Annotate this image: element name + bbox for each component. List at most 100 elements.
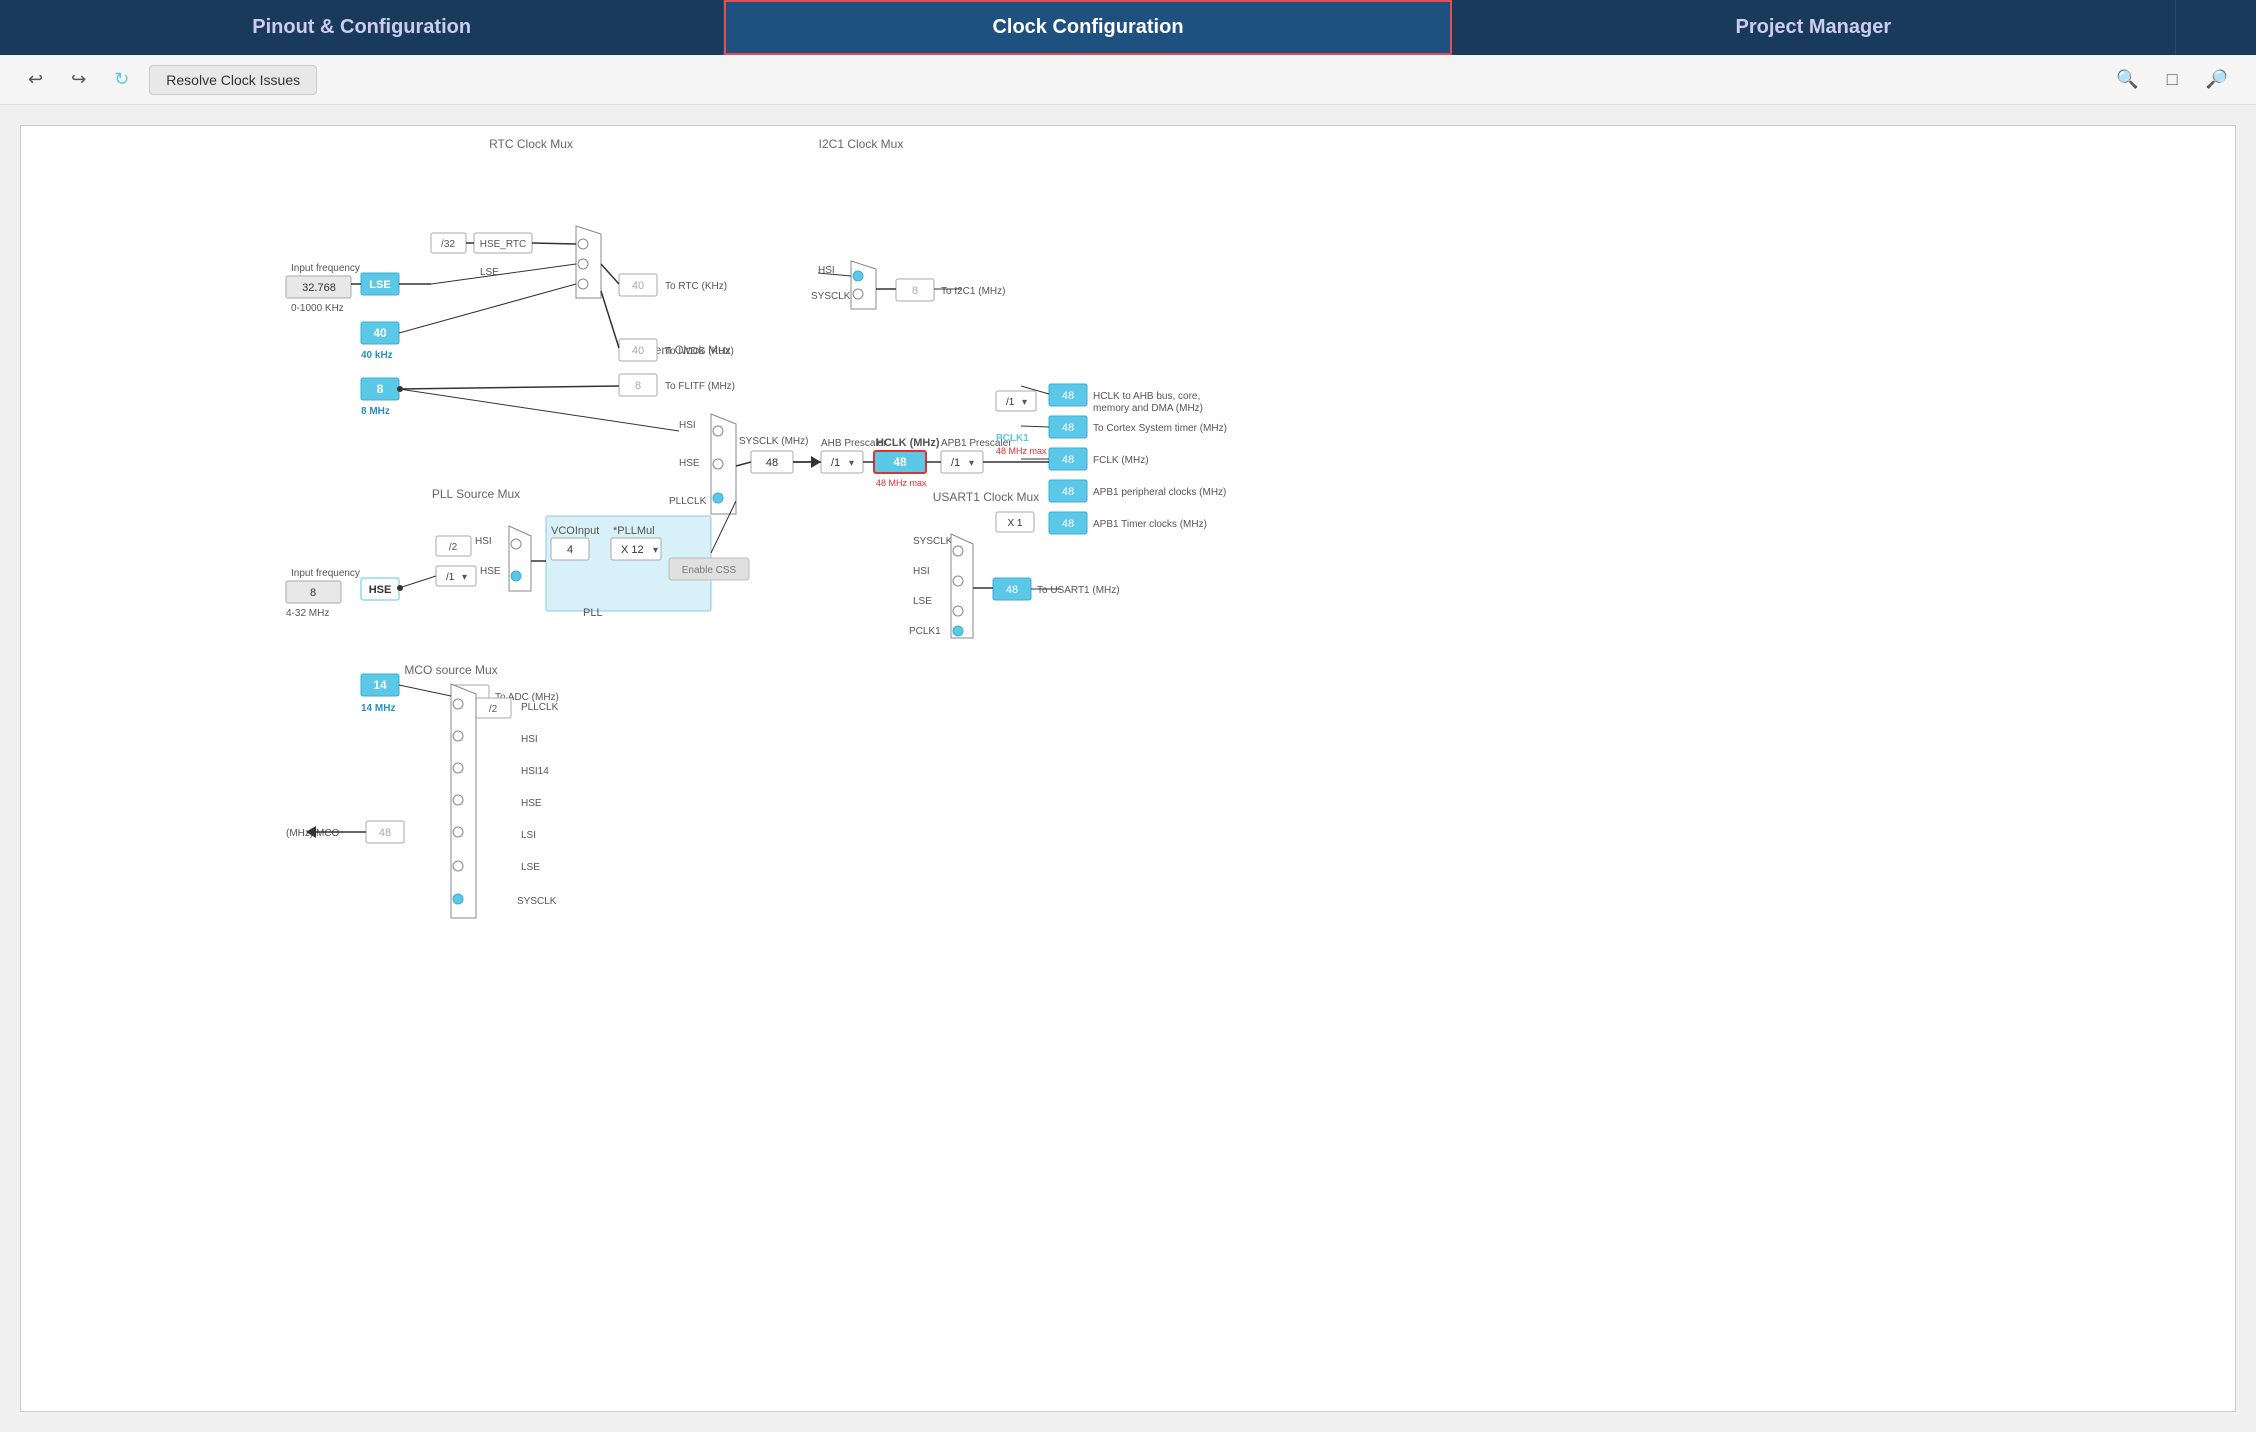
usart-mux-label: USART1 Clock Mux <box>933 490 1039 504</box>
hclk-value: 48 <box>893 455 907 469</box>
mco-hse: HSE <box>521 798 542 809</box>
ahb-out-1-label: HCLK to AHB bus, core, <box>1093 391 1200 402</box>
iwdg-value: 40 <box>632 345 644 357</box>
usart-to-label: To USART1 (MHz) <box>1037 585 1120 596</box>
ahb-out-3-label: FCLK (MHz) <box>1093 455 1149 466</box>
sysclk-48-value: 48 <box>766 457 778 469</box>
enable-css-label: Enable CSS <box>682 565 737 576</box>
mco-lse: LSE <box>521 862 540 873</box>
undo-button[interactable]: ↩ <box>20 65 51 94</box>
apb1-prescaler-value: /1 <box>951 457 960 469</box>
fit-button[interactable]: □ <box>2159 65 2186 94</box>
i2c-mux-radio-1 <box>853 271 863 281</box>
i2c-to-label: To I2C1 (MHz) <box>941 286 1005 297</box>
apb1-chevron: ▾ <box>969 458 974 469</box>
sys-mux-radio-1 <box>713 426 723 436</box>
sys-hse-label: HSE <box>679 458 700 469</box>
pll-mux-radio-1 <box>511 539 521 549</box>
mco-radio-7 <box>453 894 463 904</box>
vco-input-label: VCOInput <box>551 525 599 537</box>
nav-pinout[interactable]: Pinout & Configuration <box>0 0 724 55</box>
hse-label: HSE <box>369 584 392 596</box>
ahb-out-1-label2: memory and DMA (MHz) <box>1093 403 1203 414</box>
i2c-sysclk-label: SYSCLK <box>811 291 851 302</box>
pll-label: PLL <box>583 607 603 619</box>
lse-label: LSE <box>369 279 390 291</box>
wire-sysmux-48 <box>736 462 751 466</box>
mco-pllclk: PLLCLK <box>521 702 559 713</box>
pclk1-max: 48 MHz max <box>996 446 1047 456</box>
sys-hsi-label: HSI <box>679 420 696 431</box>
wire-mux-iwdg <box>601 291 619 348</box>
nav-tools[interactable] <box>2176 0 2256 55</box>
pll-mult-chevron: ▾ <box>653 545 658 556</box>
mco-radio-6 <box>453 861 463 871</box>
wire-hsi14-adc <box>399 685 451 696</box>
refresh-button[interactable]: ↻ <box>106 65 137 94</box>
iwdg-to-label: To IWDG (KHz) <box>665 346 734 357</box>
ahb-out-2-val: 48 <box>1062 422 1074 434</box>
mco-radio-5 <box>453 827 463 837</box>
rtc-mux-radio-1 <box>578 239 588 249</box>
usart-pclk1: PCLK1 <box>909 626 941 637</box>
toolbar: ↩ ↪ ↻ Resolve Clock Issues 🔍 □ 🔎 <box>0 55 2256 105</box>
mco-radio-3 <box>453 763 463 773</box>
ahb-prescaler-box <box>821 451 863 473</box>
ahb-chevron: ▾ <box>849 458 854 469</box>
usart-radio-1 <box>953 546 963 556</box>
wire-hclk-v2 <box>1021 426 1049 427</box>
mco-radio-2 <box>453 731 463 741</box>
sys-pllclk-label: PLLCLK <box>669 496 707 507</box>
redo-button[interactable]: ↪ <box>63 65 94 94</box>
rtc-mux-radio-2 <box>578 259 588 269</box>
lsi-rc-value: 40 <box>373 326 387 340</box>
usart-hsi: HSI <box>913 566 930 577</box>
div32-label: /32 <box>441 239 455 250</box>
wire-mux-rtc <box>601 264 619 284</box>
ahb-out-3-val: 48 <box>1062 454 1074 466</box>
nav-clock[interactable]: Clock Configuration <box>724 0 1451 55</box>
pll-mux-radio-2 <box>511 571 521 581</box>
ahb-out-4-val: 48 <box>1062 486 1074 498</box>
resolve-clock-button[interactable]: Resolve Clock Issues <box>149 65 317 95</box>
ahb-out-2-label: To Cortex System timer (MHz) <box>1093 423 1227 434</box>
rtc-to-label: To RTC (KHz) <box>665 281 727 292</box>
usart-output-value: 48 <box>1006 584 1018 596</box>
nav-project[interactable]: Project Manager <box>1452 0 2176 55</box>
vco-input-value: 4 <box>567 544 573 556</box>
input-freq-bottom-range: 4-32 MHz <box>286 608 329 619</box>
rtc-mux-label: RTC Clock Mux <box>489 137 573 151</box>
hse-rtc-label: HSE_RTC <box>480 239 527 250</box>
i2c-mux-radio-2 <box>853 289 863 299</box>
usart-sysclk: SYSCLK <box>913 536 953 547</box>
clock-canvas[interactable]: RTC Clock Mux I2C1 Clock Mux System Cloc… <box>20 125 2236 1412</box>
pll-div2-value: /2 <box>449 542 458 553</box>
wire-lse-mux <box>431 264 576 284</box>
hsi14-rc-freq: 14 MHz <box>361 703 395 714</box>
usart-lse: LSE <box>913 596 932 607</box>
sys-mux-radio-2 <box>713 459 723 469</box>
main-area: RTC Clock Mux I2C1 Clock Mux System Cloc… <box>0 105 2256 1432</box>
input-freq-bottom-value: 8 <box>310 587 316 599</box>
i2c-output-value: 8 <box>912 285 918 297</box>
hsi-rc-value: 8 <box>377 382 384 396</box>
mco-radio-1 <box>453 699 463 709</box>
hsi-rc-freq: 8 MHz <box>361 406 390 417</box>
clock-diagram: RTC Clock Mux I2C1 Clock Mux System Cloc… <box>21 126 2235 1411</box>
cortex-div1-value: /1 <box>1006 397 1015 408</box>
usart-radio-3 <box>953 606 963 616</box>
pll-hse-label: HSE <box>480 566 501 577</box>
ahb-prescaler-value: /1 <box>831 457 840 469</box>
sysclk-mhz-label: SYSCLK (MHz) <box>739 436 808 447</box>
zoom-in-button[interactable]: 🔍 <box>2108 65 2146 94</box>
flitf-value: 8 <box>635 380 641 392</box>
input-freq-top-label: Input frequency <box>291 263 360 274</box>
sys-mux-radio-3 <box>713 493 723 503</box>
pll-div1-chevron: ▾ <box>462 572 467 583</box>
zoom-out-button[interactable]: 🔎 <box>2198 65 2236 94</box>
dot-hse <box>397 585 403 591</box>
input-freq-bottom-label: Input frequency <box>291 568 360 579</box>
pll-hsi-label: HSI <box>475 536 492 547</box>
pll-mult-value: X 12 <box>621 544 644 556</box>
pclk1-label: PCLK1 <box>996 433 1029 444</box>
